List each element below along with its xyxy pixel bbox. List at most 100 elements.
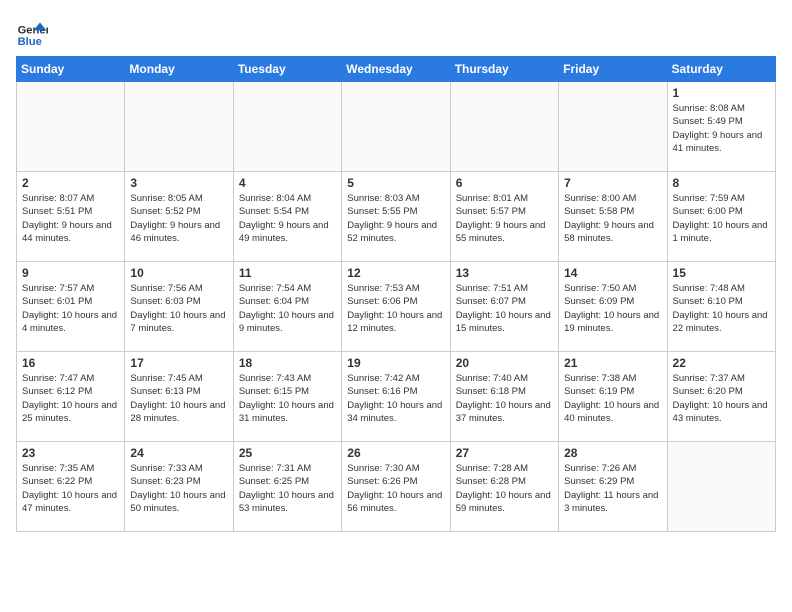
day-number: 24 xyxy=(130,446,227,460)
day-header-friday: Friday xyxy=(559,57,667,82)
day-info: Sunrise: 8:04 AM Sunset: 5:54 PM Dayligh… xyxy=(239,192,336,245)
calendar-cell: 22 Sunrise: 7:37 AM Sunset: 6:20 PM Dayli… xyxy=(667,352,775,442)
calendar-cell: 12 Sunrise: 7:53 AM Sunset: 6:06 PM Dayli… xyxy=(342,262,450,352)
day-info: Sunrise: 7:42 AM Sunset: 6:16 PM Dayligh… xyxy=(347,372,444,425)
calendar-week-4: 16 Sunrise: 7:47 AM Sunset: 6:12 PM Dayli… xyxy=(17,352,776,442)
calendar-cell: 18 Sunrise: 7:43 AM Sunset: 6:15 PM Dayli… xyxy=(233,352,341,442)
calendar-cell: 13Sunrise: 7:51 AM Sunset: 6:07 PM Dayli… xyxy=(450,262,558,352)
calendar-cell: 15 Sunrise: 7:48 AM Sunset: 6:10 PM Dayli… xyxy=(667,262,775,352)
calendar-cell: 25 Sunrise: 7:31 AM Sunset: 6:25 PM Dayli… xyxy=(233,442,341,532)
day-info: Sunrise: 7:31 AM Sunset: 6:25 PM Dayligh… xyxy=(239,462,336,515)
day-info: Sunrise: 7:47 AM Sunset: 6:12 PM Dayligh… xyxy=(22,372,119,425)
day-number: 20 xyxy=(456,356,553,370)
calendar-cell: 7Sunrise: 8:00 AM Sunset: 5:58 PM Daylig… xyxy=(559,172,667,262)
day-number: 3 xyxy=(130,176,227,190)
calendar-cell xyxy=(667,442,775,532)
day-header-wednesday: Wednesday xyxy=(342,57,450,82)
calendar-week-3: 9 Sunrise: 7:57 AM Sunset: 6:01 PM Daylig… xyxy=(17,262,776,352)
day-number: 16 xyxy=(22,356,119,370)
day-number: 15 xyxy=(673,266,770,280)
day-info: Sunrise: 7:28 AM Sunset: 6:28 PM Dayligh… xyxy=(456,462,553,515)
calendar-cell xyxy=(233,82,341,172)
day-info: Sunrise: 7:56 AM Sunset: 6:03 PM Dayligh… xyxy=(130,282,227,335)
day-info: Sunrise: 7:43 AM Sunset: 6:15 PM Dayligh… xyxy=(239,372,336,425)
logo: General Blue xyxy=(16,16,48,48)
day-number: 28 xyxy=(564,446,661,460)
calendar-cell: 1Sunrise: 8:08 AM Sunset: 5:49 PM Daylig… xyxy=(667,82,775,172)
calendar-cell: 23 Sunrise: 7:35 AM Sunset: 6:22 PM Dayli… xyxy=(17,442,125,532)
calendar-week-1: 1Sunrise: 8:08 AM Sunset: 5:49 PM Daylig… xyxy=(17,82,776,172)
calendar-cell: 20 Sunrise: 7:40 AM Sunset: 6:18 PM Dayli… xyxy=(450,352,558,442)
calendar-cell: 4 Sunrise: 8:04 AM Sunset: 5:54 PM Daylig… xyxy=(233,172,341,262)
day-info: Sunrise: 7:48 AM Sunset: 6:10 PM Dayligh… xyxy=(673,282,770,335)
svg-text:General: General xyxy=(18,25,48,37)
day-number: 19 xyxy=(347,356,444,370)
calendar-cell: 28 Sunrise: 7:26 AM Sunset: 6:29 PM Dayli… xyxy=(559,442,667,532)
calendar-cell: 14 Sunrise: 7:50 AM Sunset: 6:09 PM Dayli… xyxy=(559,262,667,352)
calendar-cell: 8Sunrise: 7:59 AM Sunset: 6:00 PM Daylig… xyxy=(667,172,775,262)
day-info: Sunrise: 7:57 AM Sunset: 6:01 PM Dayligh… xyxy=(22,282,119,335)
day-header-thursday: Thursday xyxy=(450,57,558,82)
day-number: 5 xyxy=(347,176,444,190)
day-info: Sunrise: 7:40 AM Sunset: 6:18 PM Dayligh… xyxy=(456,372,553,425)
day-info: Sunrise: 7:45 AM Sunset: 6:13 PM Dayligh… xyxy=(130,372,227,425)
calendar-cell: 3 Sunrise: 8:05 AM Sunset: 5:52 PM Daylig… xyxy=(125,172,233,262)
day-number: 9 xyxy=(22,266,119,280)
calendar-cell: 10 Sunrise: 7:56 AM Sunset: 6:03 PM Dayli… xyxy=(125,262,233,352)
calendar-cell xyxy=(342,82,450,172)
calendar-cell: 27Sunrise: 7:28 AM Sunset: 6:28 PM Dayli… xyxy=(450,442,558,532)
day-info: Sunrise: 7:30 AM Sunset: 6:26 PM Dayligh… xyxy=(347,462,444,515)
calendar-cell: 11Sunrise: 7:54 AM Sunset: 6:04 PM Dayli… xyxy=(233,262,341,352)
svg-text:Blue: Blue xyxy=(18,36,42,48)
calendar-cell: 21 Sunrise: 7:38 AM Sunset: 6:19 PM Dayli… xyxy=(559,352,667,442)
calendar-cell: 6Sunrise: 8:01 AM Sunset: 5:57 PM Daylig… xyxy=(450,172,558,262)
calendar-cell: 17 Sunrise: 7:45 AM Sunset: 6:13 PM Dayli… xyxy=(125,352,233,442)
calendar-cell: 5 Sunrise: 8:03 AM Sunset: 5:55 PM Daylig… xyxy=(342,172,450,262)
calendar-cell xyxy=(125,82,233,172)
day-number: 14 xyxy=(564,266,661,280)
day-info: Sunrise: 7:38 AM Sunset: 6:19 PM Dayligh… xyxy=(564,372,661,425)
day-number: 25 xyxy=(239,446,336,460)
day-info: Sunrise: 7:37 AM Sunset: 6:20 PM Dayligh… xyxy=(673,372,770,425)
calendar-cell xyxy=(559,82,667,172)
day-number: 4 xyxy=(239,176,336,190)
day-number: 17 xyxy=(130,356,227,370)
day-info: Sunrise: 7:50 AM Sunset: 6:09 PM Dayligh… xyxy=(564,282,661,335)
logo-icon: General Blue xyxy=(16,16,48,48)
day-number: 11 xyxy=(239,266,336,280)
calendar-cell xyxy=(17,82,125,172)
day-info: Sunrise: 7:53 AM Sunset: 6:06 PM Dayligh… xyxy=(347,282,444,335)
day-header-saturday: Saturday xyxy=(667,57,775,82)
day-number: 21 xyxy=(564,356,661,370)
day-info: Sunrise: 7:33 AM Sunset: 6:23 PM Dayligh… xyxy=(130,462,227,515)
calendar-cell: 24 Sunrise: 7:33 AM Sunset: 6:23 PM Dayli… xyxy=(125,442,233,532)
day-info: Sunrise: 7:35 AM Sunset: 6:22 PM Dayligh… xyxy=(22,462,119,515)
calendar-cell: 2 Sunrise: 8:07 AM Sunset: 5:51 PM Daylig… xyxy=(17,172,125,262)
calendar-week-5: 23 Sunrise: 7:35 AM Sunset: 6:22 PM Dayli… xyxy=(17,442,776,532)
day-number: 18 xyxy=(239,356,336,370)
day-number: 12 xyxy=(347,266,444,280)
day-number: 23 xyxy=(22,446,119,460)
day-info: Sunrise: 7:26 AM Sunset: 6:29 PM Dayligh… xyxy=(564,462,661,515)
page-header: General Blue xyxy=(16,16,776,48)
calendar-header-row: SundayMondayTuesdayWednesdayThursdayFrid… xyxy=(17,57,776,82)
calendar-cell: 19 Sunrise: 7:42 AM Sunset: 6:16 PM Dayli… xyxy=(342,352,450,442)
day-number: 6 xyxy=(456,176,553,190)
day-number: 2 xyxy=(22,176,119,190)
day-header-monday: Monday xyxy=(125,57,233,82)
calendar-week-2: 2 Sunrise: 8:07 AM Sunset: 5:51 PM Daylig… xyxy=(17,172,776,262)
day-info: Sunrise: 8:05 AM Sunset: 5:52 PM Dayligh… xyxy=(130,192,227,245)
day-header-tuesday: Tuesday xyxy=(233,57,341,82)
day-header-sunday: Sunday xyxy=(17,57,125,82)
day-number: 26 xyxy=(347,446,444,460)
calendar-cell: 9 Sunrise: 7:57 AM Sunset: 6:01 PM Daylig… xyxy=(17,262,125,352)
calendar-table: SundayMondayTuesdayWednesdayThursdayFrid… xyxy=(16,56,776,532)
day-info: Sunrise: 7:59 AM Sunset: 6:00 PM Dayligh… xyxy=(673,192,770,245)
day-number: 13 xyxy=(456,266,553,280)
day-info: Sunrise: 8:07 AM Sunset: 5:51 PM Dayligh… xyxy=(22,192,119,245)
day-number: 1 xyxy=(673,86,770,100)
calendar-cell xyxy=(450,82,558,172)
day-number: 22 xyxy=(673,356,770,370)
day-number: 10 xyxy=(130,266,227,280)
day-info: Sunrise: 8:03 AM Sunset: 5:55 PM Dayligh… xyxy=(347,192,444,245)
